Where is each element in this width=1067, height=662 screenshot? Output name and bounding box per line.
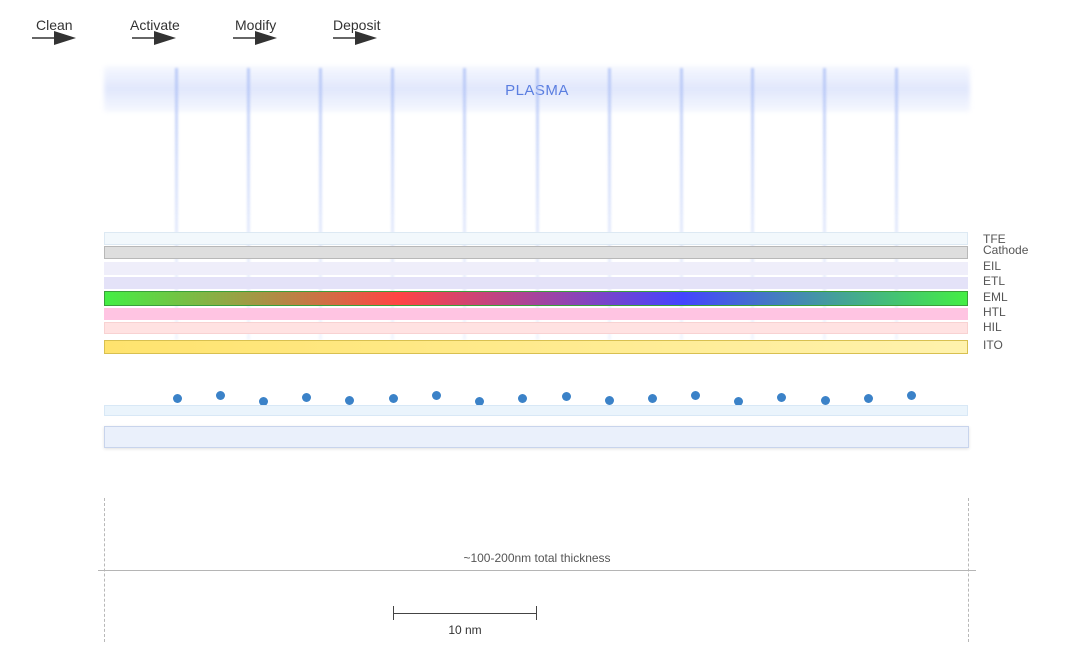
scale-bar-label: 10 nm	[448, 623, 482, 637]
layer-label-cathode: Cathode	[983, 243, 1029, 257]
molecule-dot	[561, 391, 571, 401]
arrow-right-icon	[233, 31, 277, 45]
thickness-line	[98, 570, 976, 571]
layer-hil	[104, 322, 968, 334]
layer-htl	[104, 308, 968, 320]
layer-label-eml: EML	[983, 290, 1008, 304]
molecule-dot	[388, 393, 398, 403]
layer-label-hil: HIL	[983, 320, 1002, 334]
molecule-dot	[172, 393, 182, 403]
scale-bar-tick-right	[536, 606, 537, 620]
arrow-right-icon	[132, 31, 176, 45]
molecule-dot	[431, 390, 441, 400]
layer-label-htl: HTL	[983, 305, 1006, 319]
layer-tfe	[104, 232, 968, 245]
molecule-dot	[215, 390, 225, 400]
molecule-dot	[517, 393, 527, 403]
layer-ito	[104, 340, 968, 354]
layer-label-eil: EIL	[983, 259, 1002, 273]
thickness-label: ~100-200nm total thickness	[463, 551, 611, 565]
molecule-dot	[301, 392, 311, 402]
molecule-dot	[776, 392, 786, 402]
molecule-dot	[690, 390, 700, 400]
molecule-dot	[863, 393, 873, 403]
layer-eml	[104, 291, 968, 306]
scale-bar-tick-left	[393, 606, 394, 620]
scale-bar	[393, 613, 537, 614]
layer-cathode	[104, 246, 968, 259]
molecule-dot	[820, 395, 830, 405]
molecule-dot	[906, 390, 916, 400]
surface-layer	[104, 405, 968, 416]
substrate	[104, 426, 969, 448]
molecule-dot	[604, 395, 614, 405]
molecule-dot	[344, 395, 354, 405]
layer-etl	[104, 277, 968, 289]
arrow-right-icon	[333, 31, 377, 45]
layer-eil	[104, 262, 968, 275]
layer-label-ito: ITO	[983, 338, 1003, 352]
layer-label-etl: ETL	[983, 274, 1006, 288]
arrow-right-icon	[32, 31, 76, 45]
molecule-dot	[647, 393, 657, 403]
